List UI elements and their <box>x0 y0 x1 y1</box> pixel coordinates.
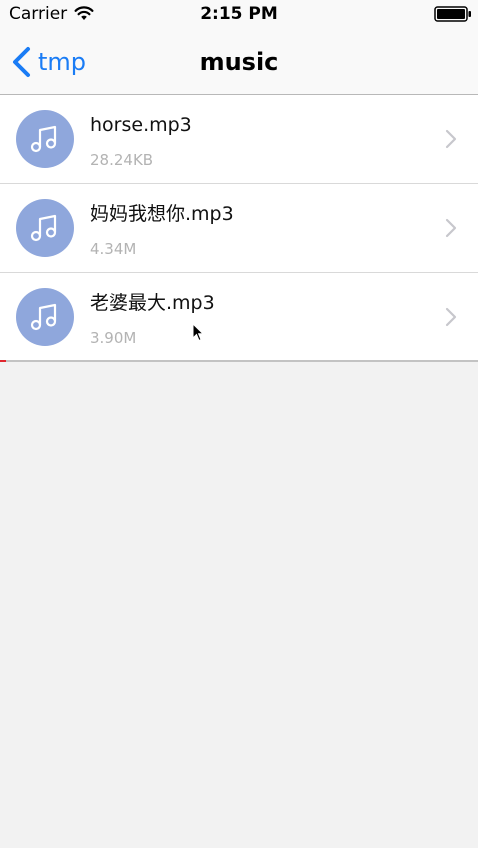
battery-icon <box>434 6 471 22</box>
music-note-icon <box>30 214 57 242</box>
avatar <box>16 110 74 168</box>
music-note-icon <box>30 303 57 331</box>
avatar <box>16 288 74 346</box>
file-name: horse.mp3 <box>90 114 192 136</box>
file-size: 3.90M <box>90 329 137 347</box>
file-list: horse.mp3 28.24KB 妈妈我想你.mp3 4.34M 老婆最大.m… <box>0 95 478 362</box>
list-item[interactable]: 妈妈我想你.mp3 4.34M <box>0 184 478 273</box>
page-title: music <box>199 48 279 76</box>
row-divider <box>0 360 478 362</box>
file-name: 妈妈我想你.mp3 <box>90 203 234 225</box>
music-note-icon <box>30 125 57 153</box>
file-size: 4.34M <box>90 240 137 258</box>
file-size: 28.24KB <box>90 151 154 169</box>
chevron-right-icon <box>445 307 457 327</box>
avatar <box>16 199 74 257</box>
chevron-right-icon <box>445 129 457 149</box>
file-name: 老婆最大.mp3 <box>90 292 215 314</box>
chevron-right-icon <box>445 218 457 238</box>
mouse-cursor-icon <box>192 323 204 342</box>
list-item[interactable]: 老婆最大.mp3 3.90M <box>0 273 478 362</box>
status-time: 2:15 PM <box>200 4 278 24</box>
status-bar: Carrier 2:15 PM <box>0 0 478 28</box>
navigation-bar: tmp music <box>0 28 478 95</box>
list-item[interactable]: horse.mp3 28.24KB <box>0 95 478 184</box>
progress-indicator <box>0 360 6 362</box>
